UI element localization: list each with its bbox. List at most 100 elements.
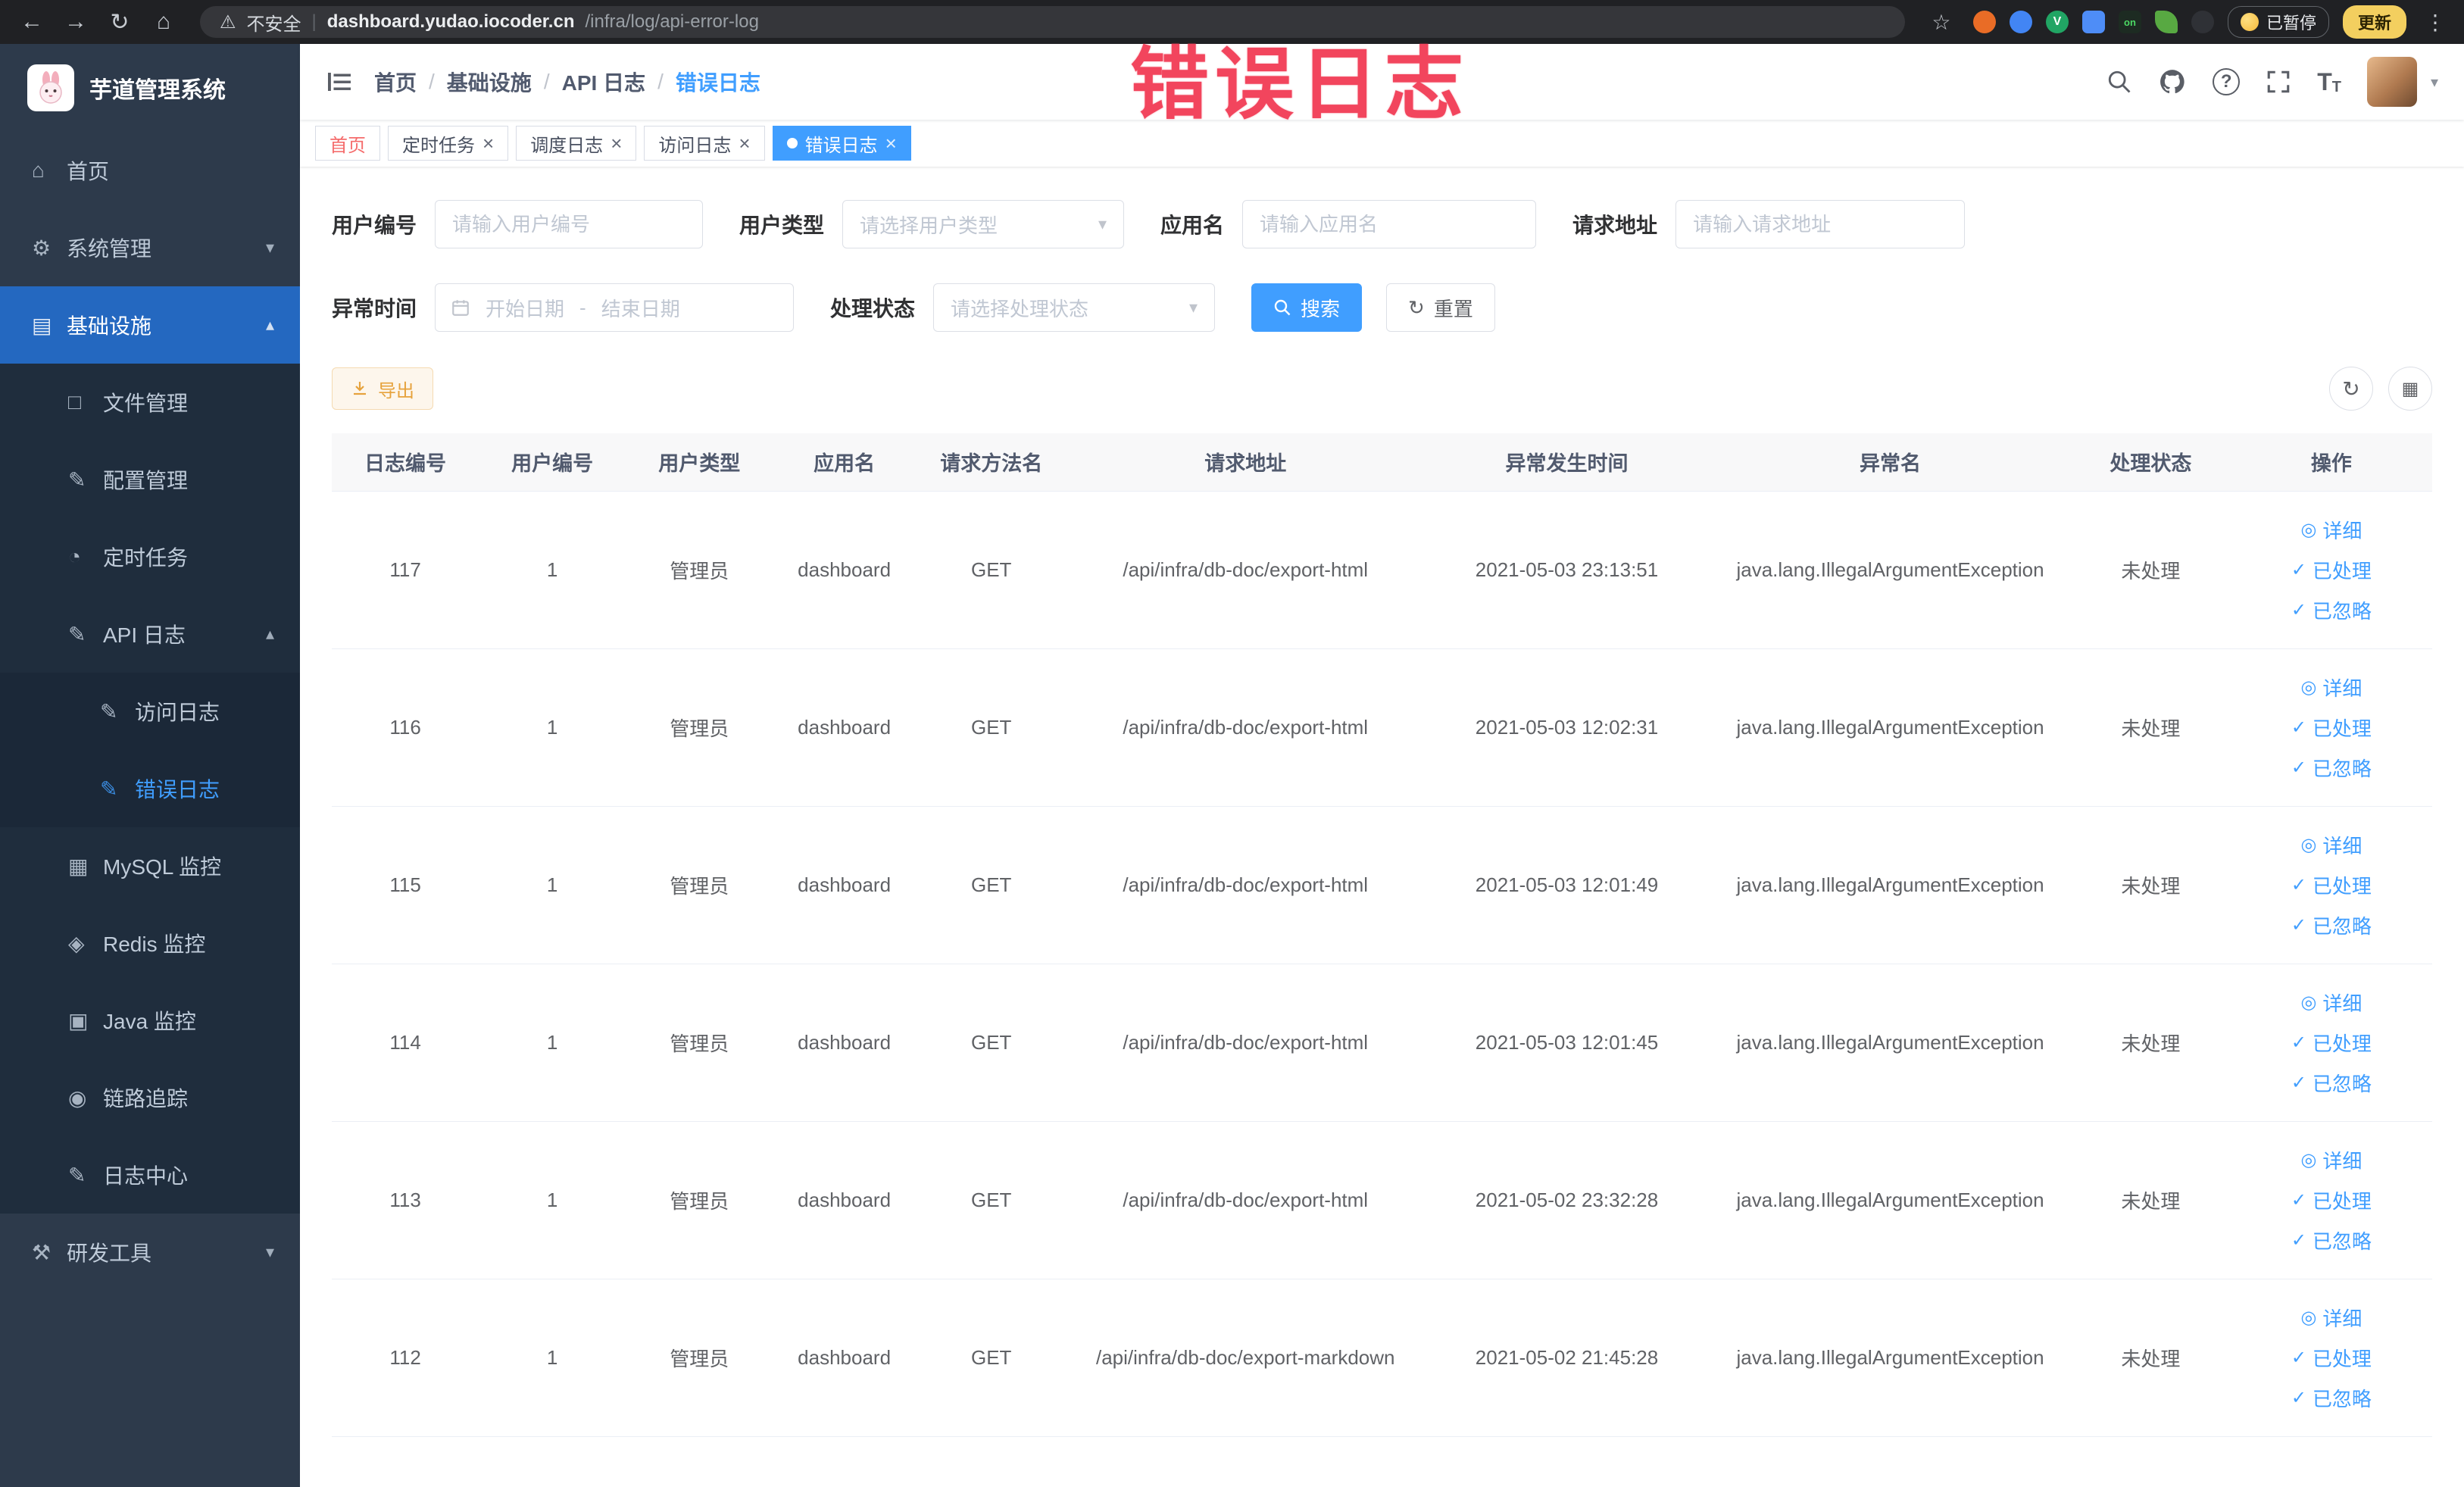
action-mark-processed-link[interactable]: ✓ 已处理 (2291, 714, 2372, 742)
chevron-down-icon: ▾ (1188, 298, 1198, 317)
action-label: 已忽略 (2312, 599, 2372, 623)
reload-icon[interactable]: ↻ (101, 9, 138, 36)
request-url-input[interactable] (1675, 200, 1966, 248)
sidebar-item-error-log[interactable]: ✎ 错误日志 (0, 750, 300, 827)
app-logo[interactable]: 芋道管理系统 (0, 44, 300, 132)
action-detail-link[interactable]: ◎ 详细 (2300, 673, 2362, 701)
action-detail-link[interactable]: ◎ 详细 (2300, 831, 2362, 859)
sidebar-item-java-monitor[interactable]: ▣ Java 监控 (0, 982, 300, 1059)
browser-menu-icon[interactable]: ⋮ (2420, 10, 2450, 35)
column-settings-button[interactable]: ▦ (2388, 367, 2432, 411)
tab-access-log[interactable]: 访问日志 × (644, 126, 765, 161)
extension-pin-icon[interactable] (2191, 11, 2214, 33)
tab-home[interactable]: 首页 (315, 126, 380, 161)
back-icon[interactable]: ← (14, 9, 50, 35)
sidebar-toggle-icon[interactable] (326, 68, 353, 95)
action-mark-processed-link[interactable]: ✓ 已处理 (2291, 1344, 2372, 1372)
cell-method: GET (915, 1121, 1067, 1279)
action-mark-processed-link[interactable]: ✓ 已处理 (2291, 556, 2372, 584)
breadcrumb-infrastructure[interactable]: 基础设施 (447, 67, 532, 97)
bookmark-star-icon[interactable]: ☆ (1923, 10, 1960, 35)
sidebar-item-mysql-monitor[interactable]: ▦ MySQL 监控 (0, 827, 300, 904)
cell-id: 115 (332, 806, 479, 964)
paused-badge[interactable]: 已暂停 (2227, 6, 2329, 38)
table-row: 114 1 管理员 dashboard GET/api/infra/db-doc/exp… (332, 964, 2432, 1122)
action-mark-ignored-link[interactable]: ✓ 已忽略 (2291, 596, 2372, 624)
breadcrumb-home[interactable]: 首页 (374, 67, 417, 97)
close-tab-icon[interactable]: × (482, 133, 494, 153)
extension-on-icon[interactable]: on (2118, 11, 2141, 33)
avatar[interactable] (2366, 57, 2417, 107)
tab-timed-task[interactable]: 定时任务 × (388, 126, 509, 161)
table-row: 117 1 管理员 dashboard GET/api/infra/db-doc/exp… (332, 491, 2432, 649)
action-detail-link[interactable]: ◎ 详细 (2300, 989, 2362, 1017)
forward-icon[interactable]: → (58, 9, 94, 35)
check-icon: ✓ (2291, 1189, 2306, 1211)
action-detail-link[interactable]: ◎ 详细 (2300, 1146, 2362, 1174)
extension-grid-icon[interactable] (2081, 11, 2105, 33)
sidebar-item-infrastructure[interactable]: ▤ 基础设施 ▴ (0, 286, 300, 364)
sidebar-item-api-log[interactable]: ✎ API 日志 ▴ (0, 595, 300, 673)
sidebar-item-dev-tools[interactable]: ⚒ 研发工具 ▾ (0, 1214, 300, 1291)
sidebar-item-file-management[interactable]: □ 文件管理 (0, 364, 300, 441)
sidebar-item-system-management[interactable]: ⚙ 系统管理 ▾ (0, 209, 300, 286)
user-type-label: 用户类型 (739, 214, 825, 237)
tab-error-log[interactable]: 错误日志 × (772, 126, 911, 161)
security-label[interactable]: 不安全 (247, 9, 301, 36)
search-icon[interactable] (2106, 69, 2132, 95)
cell-id: 117 (332, 491, 479, 649)
action-mark-ignored-link[interactable]: ✓ 已忽略 (2291, 1069, 2372, 1097)
fullscreen-icon[interactable] (2266, 69, 2291, 95)
extension-drop-icon[interactable] (2009, 11, 2032, 33)
user-type-select[interactable]: 请选择用户类型 ▾ (842, 200, 1125, 248)
github-icon[interactable] (2158, 67, 2187, 96)
tab-schedule-log[interactable]: 调度日志 × (516, 126, 637, 161)
action-mark-ignored-link[interactable]: ✓ 已忽略 (2291, 911, 2372, 939)
sidebar-item-home[interactable]: ⌂ 首页 (0, 132, 300, 209)
address-bar[interactable]: ⚠ 不安全 | dashboard.yudao.iocoder.cn/infra… (200, 6, 1905, 38)
action-mark-processed-link[interactable]: ✓ 已处理 (2291, 871, 2372, 899)
close-tab-icon[interactable]: × (611, 133, 622, 153)
cell-time: 2021-05-03 12:01:49 (1423, 806, 1710, 964)
close-tab-icon[interactable]: × (885, 133, 897, 153)
cell-app: dashboard (773, 964, 916, 1122)
user-id-input[interactable] (435, 200, 704, 248)
cell-user_type: 管理员 (626, 648, 773, 807)
home-icon[interactable]: ⌂ (145, 9, 182, 35)
action-mark-ignored-link[interactable]: ✓ 已忽略 (2291, 1226, 2372, 1254)
action-detail-link[interactable]: ◎ 详细 (2300, 516, 2362, 544)
sidebar-item-log-center[interactable]: ✎ 日志中心 (0, 1136, 300, 1214)
eye-icon: ◎ (2300, 676, 2317, 698)
sidebar-item-scheduled-tasks[interactable]: ◔ 定时任务 (0, 518, 300, 595)
close-tab-icon[interactable]: × (739, 133, 750, 153)
sidebar-item-trace[interactable]: ◉ 链路追踪 (0, 1059, 300, 1136)
cell-method: GET (915, 964, 1067, 1122)
extension-v-icon[interactable]: V (2045, 11, 2069, 33)
refresh-table-button[interactable]: ↻ (2329, 367, 2373, 411)
exception-time-range[interactable]: 开始日期 - 结束日期 (435, 283, 795, 332)
action-label: 已处理 (2312, 1189, 2372, 1213)
export-button[interactable]: 导出 (332, 367, 433, 410)
process-status-select[interactable]: 请选择处理状态 ▾ (933, 283, 1216, 332)
action-mark-processed-link[interactable]: ✓ 已处理 (2291, 1029, 2372, 1057)
extension-leaf-icon[interactable] (2154, 11, 2178, 33)
app-name-input[interactable] (1242, 200, 1537, 248)
sidebar-item-redis-monitor[interactable]: ◈ Redis 监控 (0, 904, 300, 982)
action-mark-processed-link[interactable]: ✓ 已处理 (2291, 1186, 2372, 1214)
extension-orange-icon[interactable] (1972, 11, 1996, 33)
browser-update-button[interactable]: 更新 (2342, 5, 2406, 39)
action-mark-ignored-link[interactable]: ✓ 已忽略 (2291, 754, 2372, 782)
cell-method: GET (915, 648, 1067, 807)
action-detail-link[interactable]: ◎ 详细 (2300, 1304, 2362, 1332)
help-icon[interactable]: ? (2213, 68, 2241, 95)
breadcrumb-api-log[interactable]: API 日志 (562, 67, 645, 97)
search-button[interactable]: 搜索 (1251, 283, 1363, 332)
chevron-up-icon: ▴ (265, 315, 274, 334)
check-icon: ✓ (2291, 1032, 2306, 1053)
reset-button[interactable]: ↻ 重置 (1386, 283, 1495, 332)
sidebar-item-config-management[interactable]: ✎ 配置管理 (0, 441, 300, 518)
sidebar-item-access-log[interactable]: ✎ 访问日志 (0, 673, 300, 750)
chevron-down-icon[interactable]: ▾ (2431, 73, 2438, 92)
font-size-icon[interactable]: TT (2317, 68, 2341, 96)
action-mark-ignored-link[interactable]: ✓ 已忽略 (2291, 1384, 2372, 1412)
